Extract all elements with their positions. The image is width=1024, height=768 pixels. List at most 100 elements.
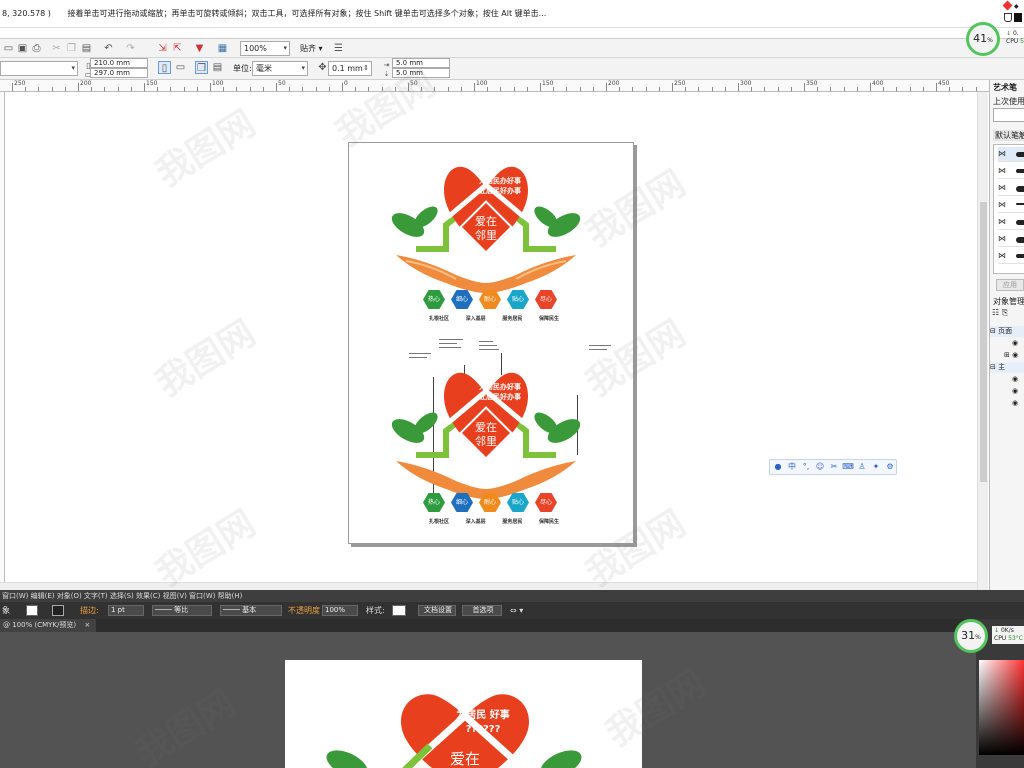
menu-bar[interactable]: 窗口(W) 编辑(E) 对象(O) 文字(T) 选择(S) 效果(C) 视图(V… bbox=[0, 590, 1024, 602]
ruler-label: 0 bbox=[344, 80, 348, 87]
vertical-scrollbar[interactable] bbox=[977, 92, 988, 590]
stroke-weight-input[interactable]: 1 pt bbox=[108, 605, 144, 616]
last-used-label: 上次使用的 bbox=[993, 97, 1024, 106]
export-icon[interactable]: ⇱ bbox=[171, 42, 184, 55]
page-width-input[interactable]: 210.0 mm bbox=[90, 58, 148, 68]
redo-icon[interactable]: ↷ bbox=[124, 42, 137, 55]
stroke-label[interactable]: 描边: bbox=[80, 602, 99, 619]
visibility-eye-icon[interactable]: ◉ bbox=[990, 338, 1024, 349]
document-tab[interactable]: @ 100% (CMYK/预览) × bbox=[0, 619, 96, 632]
ime-punct-icon[interactable]: °, bbox=[800, 461, 812, 473]
page-height-input[interactable]: 297.0 mm bbox=[90, 68, 148, 78]
zoom-monitor-bottom[interactable]: 31% bbox=[954, 619, 988, 653]
fill-swatch[interactable] bbox=[26, 605, 38, 616]
ruler-minor-tick bbox=[487, 87, 489, 91]
artboard[interactable]: 为居民 好事 ?????? 爱在 bbox=[285, 660, 642, 768]
value-hexagon: 细心 bbox=[451, 290, 473, 309]
preferences-button[interactable]: 首选项 bbox=[462, 605, 502, 616]
cut-icon[interactable]: ✂ bbox=[50, 42, 63, 55]
visibility-eye-icon[interactable]: ◉ bbox=[990, 374, 1024, 385]
color-spectrum[interactable] bbox=[979, 660, 1024, 755]
document-setup-button[interactable]: 文档设置 bbox=[418, 605, 456, 616]
brush-preset[interactable]: ⋈ bbox=[998, 164, 1024, 179]
paper-type-dropdown[interactable]: ▾ bbox=[0, 61, 78, 76]
color-swatch-icons[interactable]: ◆ bbox=[1002, 0, 1022, 24]
stroke-swatch[interactable] bbox=[52, 605, 64, 616]
layer-row-master[interactable]: ⊟ 主 bbox=[990, 362, 1024, 373]
outline-color-icon bbox=[1014, 13, 1022, 22]
brush-preset[interactable]: ⋈ bbox=[998, 232, 1024, 247]
ruler-minor-tick bbox=[500, 87, 502, 91]
brush-preset[interactable]: ⋈ bbox=[998, 249, 1024, 264]
leaf-left bbox=[326, 750, 368, 768]
portrait-icon[interactable]: ▯ bbox=[158, 61, 171, 74]
ruler-minor-tick bbox=[421, 87, 423, 91]
net-icon: ↓ bbox=[1006, 30, 1012, 37]
horizontal-scrollbar[interactable] bbox=[0, 582, 977, 590]
zoom-level-dropdown[interactable]: 100% ▾ bbox=[240, 41, 290, 56]
ime-skin-icon[interactable]: ✦ bbox=[870, 461, 882, 473]
save-icon[interactable]: ▣ bbox=[16, 42, 29, 55]
undo-icon[interactable]: ↶ bbox=[102, 42, 115, 55]
layer-row-page[interactable]: ⊟ 页面 bbox=[990, 326, 1024, 337]
opacity-label[interactable]: 不透明度 bbox=[288, 602, 320, 619]
print-icon[interactable]: ⎙ bbox=[30, 42, 43, 55]
import-icon[interactable]: ⇲ bbox=[156, 42, 169, 55]
net-value-top: 0. bbox=[1012, 30, 1019, 37]
apply-button[interactable]: 应用 bbox=[996, 279, 1024, 291]
brush-preset[interactable]: ⋈ bbox=[998, 215, 1024, 230]
value-hexagon: 细心 bbox=[451, 493, 473, 512]
ime-keyboard-icon[interactable]: ⌨ bbox=[842, 461, 854, 473]
scroll-thumb[interactable] bbox=[980, 202, 987, 482]
ruler-minor-tick bbox=[434, 87, 436, 91]
zoom-monitor-top[interactable]: 41% bbox=[966, 22, 1000, 56]
close-icon[interactable]: × bbox=[84, 621, 90, 629]
visibility-eye-icon[interactable]: ◉ bbox=[990, 398, 1024, 409]
outline-pen-icon bbox=[1004, 13, 1012, 22]
brush-preset[interactable]: ⋈ bbox=[998, 147, 1024, 162]
ime-toolbar[interactable]: ● 中 °, ☺ ✂ ⌨ ♙ ✦ ⚙ bbox=[769, 459, 897, 475]
style-swatch[interactable] bbox=[392, 605, 406, 616]
layer-row-sub[interactable]: ⊞ ◉ bbox=[990, 350, 1024, 361]
all-pages-icon[interactable]: ❐ bbox=[195, 61, 208, 74]
layer-tools-icon[interactable]: ☷ ⎘ bbox=[992, 308, 1008, 318]
value-hexagon: 耐心 bbox=[479, 290, 501, 309]
open-icon[interactable]: ▭ bbox=[2, 42, 15, 55]
annotation-line bbox=[409, 353, 431, 354]
duplicate-x-input[interactable]: 5.0 mm bbox=[392, 58, 450, 68]
ime-logo-icon[interactable]: ● bbox=[772, 461, 784, 473]
ime-user-icon[interactable]: ♙ bbox=[856, 461, 868, 473]
brush-value: 基本 bbox=[242, 606, 257, 614]
snap-to-menu[interactable]: 贴齐 ▾ bbox=[300, 41, 323, 56]
heart-slogan-1: 为居民办好事 bbox=[479, 382, 521, 391]
ime-scissors-icon[interactable]: ✂ bbox=[828, 461, 840, 473]
ime-emoji-icon[interactable]: ☺ bbox=[814, 461, 826, 473]
app-launcher-icon[interactable]: ▦ bbox=[216, 42, 229, 55]
variable-width-dropdown[interactable]: ──── 等比 bbox=[152, 605, 212, 616]
profile-value: 等比 bbox=[174, 606, 189, 614]
publish-pdf-icon[interactable]: ▼ bbox=[193, 42, 206, 55]
brush-preset[interactable]: ⋈ bbox=[998, 198, 1024, 213]
opacity-input[interactable]: 100% bbox=[322, 605, 358, 616]
arrange-icon[interactable]: ⇔ ▾ bbox=[510, 602, 523, 619]
brush-stroke bbox=[1016, 254, 1024, 258]
brush-definition-dropdown[interactable]: ──── 基本 bbox=[220, 605, 282, 616]
brush-list[interactable]: ⋈ ⋈ ⋈ ⋈ ⋈ ⋈ ⋈ bbox=[993, 144, 1024, 274]
units-dropdown[interactable]: 毫米 ▾ bbox=[252, 61, 308, 76]
nudge-distance-input[interactable]: 0.1 mm ⇕ bbox=[328, 61, 372, 76]
current-page-icon[interactable]: ▤ bbox=[211, 61, 224, 74]
paste-icon[interactable]: ▤ bbox=[80, 42, 93, 55]
ime-settings-icon[interactable]: ⚙ bbox=[884, 461, 896, 473]
landscape-icon[interactable]: ▭ bbox=[174, 61, 187, 74]
document-page[interactable]: 为居民办好事 让居民好办事 爱在 邻里 热心 细心 耐心 贴心 尽心 扎根社区 深入基层服… bbox=[348, 142, 634, 544]
last-used-field[interactable] bbox=[993, 108, 1024, 122]
visibility-eye-icon[interactable]: ◉ bbox=[990, 386, 1024, 397]
copy-icon[interactable]: ❐ bbox=[65, 42, 78, 55]
ime-chinese-icon[interactable]: 中 bbox=[786, 461, 798, 473]
options-icon[interactable]: ☰ bbox=[332, 42, 345, 55]
ruler-label: 50 bbox=[410, 80, 418, 87]
horizontal-ruler[interactable]: 250 200 150 100 50 0 50 100 150 200 250 300 350 400 45… bbox=[0, 80, 990, 92]
duplicate-y-input[interactable]: 5.0 mm bbox=[392, 68, 450, 78]
ruler-minor-tick bbox=[223, 87, 225, 91]
brush-preset[interactable]: ⋈ bbox=[998, 181, 1024, 196]
